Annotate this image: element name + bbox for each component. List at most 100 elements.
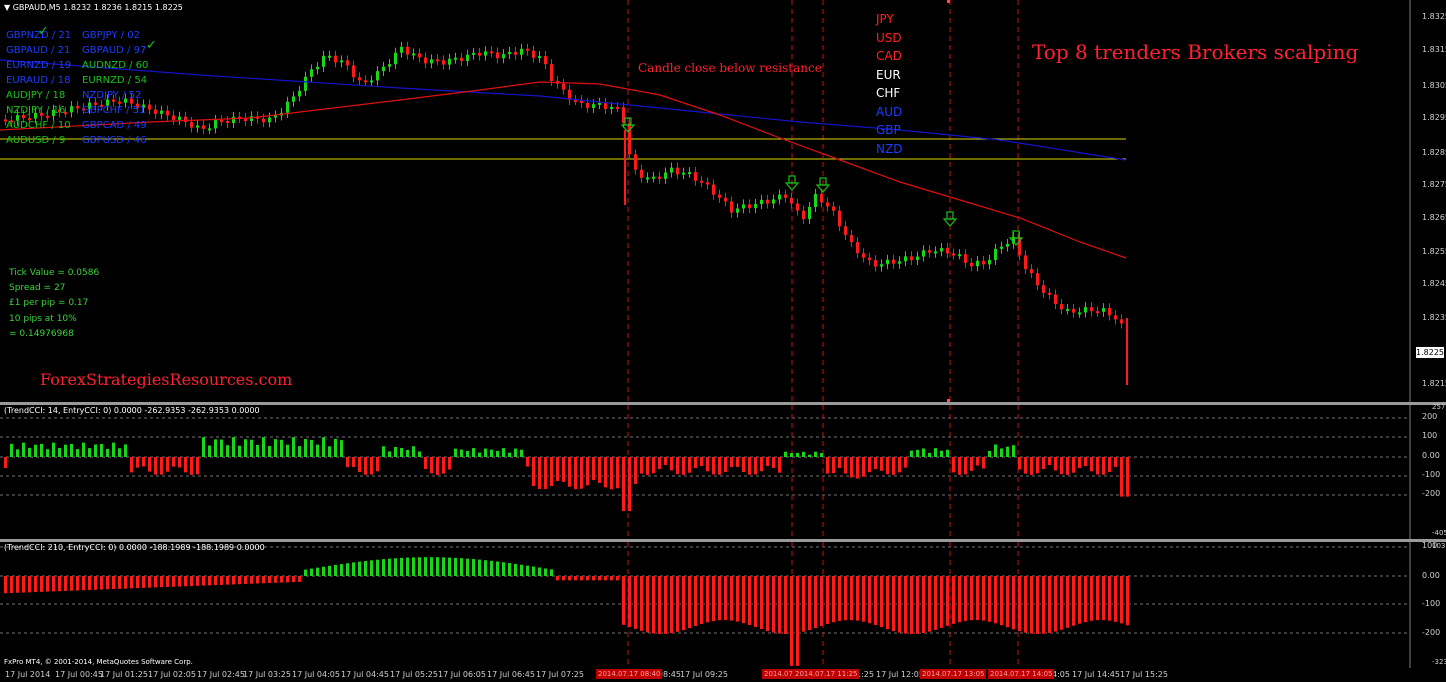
histogram-bar — [334, 564, 337, 576]
candle-body — [670, 167, 673, 173]
histogram-bar — [352, 457, 355, 468]
candle-body — [712, 184, 715, 195]
histogram-bar — [790, 576, 793, 666]
candle-body — [232, 116, 235, 123]
histogram-bar — [796, 576, 799, 666]
histogram-bar — [328, 565, 331, 576]
time-label: 17 Jul 02:45 — [197, 670, 245, 679]
histogram-bar — [586, 576, 589, 581]
histogram-bar — [1126, 457, 1129, 497]
candle-body — [376, 71, 379, 81]
histogram-bar — [604, 457, 607, 488]
candle-body — [952, 253, 955, 256]
time-label: 17 Jul 02:05 — [148, 670, 196, 679]
histogram-bar — [76, 449, 79, 457]
histogram-bar — [892, 457, 895, 475]
time-label: 17 Jul 14:45 — [1072, 670, 1120, 679]
cci14-histogram[interactable] — [0, 405, 1446, 539]
histogram-bar — [640, 457, 643, 474]
indicator1-tick: 0.00 — [1422, 451, 1440, 460]
pips-text: 10 pips at 10% — [9, 314, 77, 324]
histogram-bar — [220, 439, 223, 457]
histogram-bar — [202, 576, 205, 586]
candle-body — [694, 172, 697, 181]
candle-body — [298, 90, 301, 97]
histogram-bar — [28, 576, 31, 593]
histogram-bar — [766, 576, 769, 631]
main-chart-pane[interactable]: ▼ GBPAUD,M5 1.8232 1.8236 1.8215 1.8225 … — [0, 0, 1446, 402]
histogram-bar — [640, 576, 643, 631]
candle-body — [76, 106, 79, 109]
histogram-bar — [34, 576, 37, 593]
currency-eur: EUR — [876, 67, 901, 82]
histogram-bar — [634, 457, 637, 484]
histogram-bar — [850, 576, 853, 621]
histogram-bar — [520, 564, 523, 576]
histogram-bar — [466, 450, 469, 457]
histogram-bar — [886, 576, 889, 630]
histogram-bar — [1036, 457, 1039, 474]
indicator2-tick: 100 — [1422, 541, 1438, 550]
candle-body — [724, 197, 727, 202]
candle-body — [1006, 243, 1009, 247]
histogram-bar — [622, 457, 625, 511]
histogram-bar — [688, 457, 691, 473]
histogram-bar — [340, 440, 343, 457]
price-tick: 1.8215 — [1422, 379, 1446, 388]
histogram-bar — [10, 443, 13, 457]
indicator2-pane[interactable]: (TrendCCI: 210, EntryCCI: 0) 0.0000 -188… — [0, 541, 1446, 668]
candle-body — [604, 102, 607, 110]
histogram-bar — [760, 576, 763, 630]
histogram-bar — [742, 457, 745, 472]
histogram-bar — [682, 576, 685, 631]
histogram-bar — [754, 457, 757, 475]
histogram-bar — [862, 457, 865, 477]
candle-body — [988, 259, 991, 265]
candle-body — [1036, 273, 1039, 286]
chart-menu-icon[interactable]: ▼ — [4, 3, 13, 12]
histogram-bar — [22, 442, 25, 457]
histogram-bar — [940, 576, 943, 628]
candle-body — [1024, 255, 1027, 270]
histogram-bar — [982, 576, 985, 621]
histogram-bar — [832, 457, 835, 474]
candle-body — [550, 64, 553, 81]
histogram-bar — [700, 457, 703, 467]
currency-cad: CAD — [876, 49, 902, 63]
candle-body — [916, 256, 919, 261]
histogram-bar — [652, 457, 655, 474]
histogram-bar — [376, 559, 379, 576]
histogram-bar — [148, 576, 151, 588]
histogram-bar — [502, 448, 505, 457]
histogram-bar — [148, 457, 151, 472]
histogram-bar — [226, 576, 229, 585]
chart-header: ▼ GBPAUD,M5 1.8232 1.8236 1.8215 1.8225 — [4, 3, 183, 12]
histogram-bar — [1072, 576, 1075, 626]
indicator1-pane[interactable]: (TrendCCI: 14, EntryCCI: 0) 0.0000 -262.… — [0, 403, 1446, 539]
price-tick: 1.8295 — [1422, 113, 1446, 122]
histogram-bar — [70, 443, 73, 457]
histogram-bar — [970, 576, 973, 621]
histogram-bar — [484, 448, 487, 457]
candle-body — [166, 110, 169, 116]
histogram-bar — [328, 446, 331, 457]
candle-body — [490, 51, 493, 54]
histogram-bar — [520, 449, 523, 457]
histogram-bar — [1030, 576, 1033, 634]
histogram-bar — [268, 445, 271, 457]
histogram-bar — [700, 576, 703, 625]
watermark: ForexStrategiesResources.com — [40, 370, 293, 389]
histogram-bar — [184, 576, 187, 587]
histogram-bar — [316, 444, 319, 457]
indicator1-tick: -405.768 — [1432, 529, 1446, 537]
checkmark-icon: ✓ — [146, 38, 157, 53]
time-label: 17 Jul 2014 — [5, 670, 51, 679]
histogram-bar — [1072, 457, 1075, 473]
candle-body — [802, 210, 805, 220]
histogram-bar — [40, 443, 43, 457]
histogram-bar — [550, 569, 553, 576]
histogram-bar — [322, 437, 325, 457]
histogram-bar — [490, 449, 493, 457]
cci210-histogram[interactable] — [0, 542, 1446, 668]
histogram-bar — [1042, 576, 1045, 634]
